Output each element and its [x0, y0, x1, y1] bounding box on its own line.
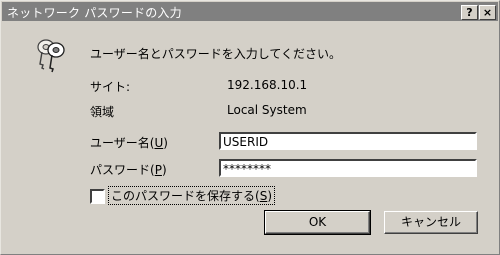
password-label-end: ) [161, 163, 167, 177]
close-button[interactable]: × [479, 5, 496, 20]
save-password-checkbox[interactable] [90, 189, 105, 204]
password-label: パスワード(P) [90, 161, 167, 178]
username-field[interactable]: USERID [219, 132, 477, 150]
site-value: 192.168.10.1 [227, 78, 308, 92]
save-password-label[interactable]: このパスワードを保存する(S) [108, 186, 275, 205]
username-label-text: ユーザー名( [90, 136, 155, 150]
title-bar: ネットワーク パスワードの入力 ? × [2, 2, 498, 21]
save-label-text: このパスワードを保存する( [111, 189, 260, 203]
password-label-text: パスワード( [90, 163, 155, 177]
save-label-end: ) [267, 189, 272, 203]
prompt-text: ユーザー名とパスワードを入力してください。 [90, 47, 342, 61]
site-label: サイト: [90, 80, 131, 94]
username-label: ユーザー名(U) [90, 134, 168, 151]
cancel-button[interactable]: キャンセル [384, 211, 478, 234]
help-button[interactable]: ? [461, 5, 478, 20]
username-accesskey: U [154, 136, 164, 150]
password-value: ******** [223, 162, 271, 176]
ok-button[interactable]: OK [264, 210, 371, 235]
password-field[interactable]: ******** [219, 159, 477, 177]
password-accesskey: P [154, 163, 162, 177]
username-label-end: ) [163, 136, 168, 150]
realm-label: 領域 [90, 105, 115, 119]
window-title: ネットワーク パスワードの入力 [7, 6, 182, 20]
network-password-dialog: ネットワーク パスワードの入力 ? × ユーザー名とパスワードを入力してください… [0, 0, 500, 255]
realm-value: Local System [227, 103, 307, 117]
key-icon [32, 38, 72, 74]
username-value: USERID [223, 135, 269, 149]
